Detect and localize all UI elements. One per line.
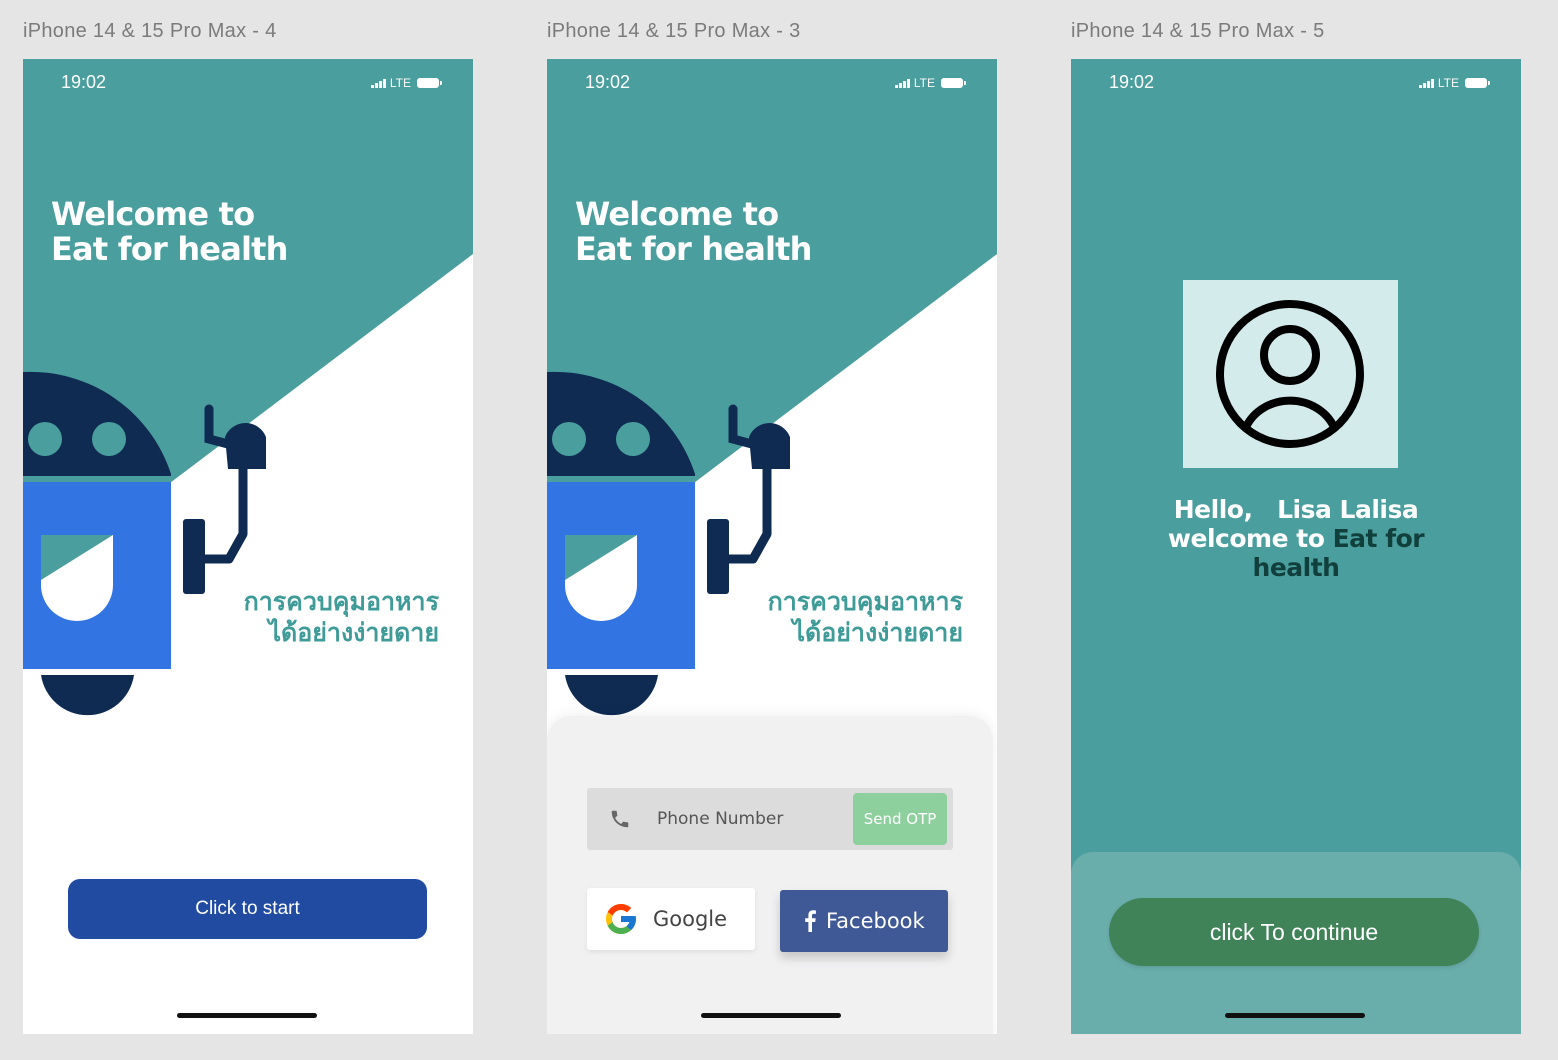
- status-bar: 19:02 LTE: [1071, 59, 1521, 109]
- hello-greeting: Hello, Lisa Lalisa welcome to Eat for he…: [1071, 495, 1521, 582]
- send-otp-button[interactable]: Send OTP: [853, 793, 947, 845]
- click-to-continue-button[interactable]: click To continue: [1109, 898, 1479, 966]
- network-label: LTE: [1437, 76, 1459, 90]
- signal-icon: [371, 78, 386, 88]
- welcome-title-line1: Welcome to: [51, 195, 255, 233]
- facebook-label: Facebook: [826, 909, 925, 933]
- phone-screen-start: 19:02 LTE Welcome to Eat for health การค…: [23, 59, 473, 1034]
- thai-tagline-line2: ได้อย่างง่ายดาย: [792, 618, 963, 647]
- facebook-icon: [805, 910, 816, 932]
- network-label: LTE: [389, 76, 411, 90]
- welcome-title: Welcome to Eat for health: [575, 197, 812, 267]
- thai-tagline: การควบคุมอาหาร ได้อย่างง่ายดาย: [244, 586, 439, 648]
- phone-icon: [611, 810, 629, 828]
- welcome-title: Welcome to Eat for health: [51, 197, 288, 267]
- frame-label-4: iPhone 14 & 15 Pro Max - 4: [23, 20, 277, 42]
- status-time: 19:02: [585, 72, 631, 92]
- status-bar: 19:02 LTE: [23, 59, 473, 109]
- status-indicators: LTE: [1419, 76, 1490, 90]
- avatar-container: [1183, 280, 1398, 468]
- google-label: Google: [653, 907, 728, 931]
- phone-screen-hello: 19:02 LTE Hello, Lisa Lalisa welcome to …: [1071, 59, 1521, 1034]
- thai-tagline-line2: ได้อย่างง่ายดาย: [268, 618, 439, 647]
- user-avatar-icon: [1216, 300, 1364, 448]
- phone-screen-login: 19:02 LTE Welcome to Eat for health การค…: [547, 59, 997, 1034]
- status-time: 19:02: [61, 72, 107, 92]
- status-bar: 19:02 LTE: [547, 59, 997, 109]
- app-name-part1: Eat for: [1332, 524, 1425, 553]
- login-card: Send OTP Google Facebook: [547, 716, 993, 1034]
- hello-word: Hello,: [1173, 495, 1253, 524]
- welcome-title-line2: Eat for health: [575, 230, 812, 268]
- facebook-login-button[interactable]: Facebook: [780, 890, 948, 952]
- google-login-button[interactable]: Google: [587, 888, 755, 950]
- robot-illustration: [23, 371, 266, 716]
- continue-panel: click To continue: [1071, 852, 1521, 1034]
- signal-icon: [1419, 78, 1434, 88]
- home-indicator: [701, 1013, 841, 1018]
- welcome-title-line2: Eat for health: [51, 230, 288, 268]
- thai-tagline-line1: การควบคุมอาหาร: [243, 587, 439, 616]
- thai-tagline: การควบคุมอาหาร ได้อย่างง่ายดาย: [768, 586, 963, 648]
- home-indicator: [177, 1013, 317, 1018]
- thai-tagline-line1: การควบคุมอาหาร: [767, 587, 963, 616]
- welcome-prefix: welcome to: [1167, 524, 1325, 553]
- battery-icon: [941, 78, 966, 88]
- user-name: Lisa Lalisa: [1277, 495, 1419, 524]
- signal-icon: [895, 78, 910, 88]
- frame-label-5: iPhone 14 & 15 Pro Max - 5: [1071, 20, 1325, 42]
- phone-number-field: Send OTP: [587, 788, 953, 850]
- app-name-part2: health: [1252, 553, 1340, 582]
- home-indicator: [1225, 1013, 1365, 1018]
- network-label: LTE: [913, 76, 935, 90]
- status-indicators: LTE: [895, 76, 966, 90]
- status-indicators: LTE: [371, 76, 442, 90]
- robot-illustration: [547, 371, 790, 716]
- frame-label-3: iPhone 14 & 15 Pro Max - 3: [547, 20, 801, 42]
- google-icon: [606, 904, 636, 934]
- phone-number-input[interactable]: [657, 788, 852, 850]
- click-to-start-button[interactable]: Click to start: [68, 879, 427, 939]
- welcome-title-line1: Welcome to: [575, 195, 779, 233]
- battery-icon: [417, 78, 442, 88]
- status-time: 19:02: [1109, 72, 1155, 92]
- battery-icon: [1465, 78, 1490, 88]
